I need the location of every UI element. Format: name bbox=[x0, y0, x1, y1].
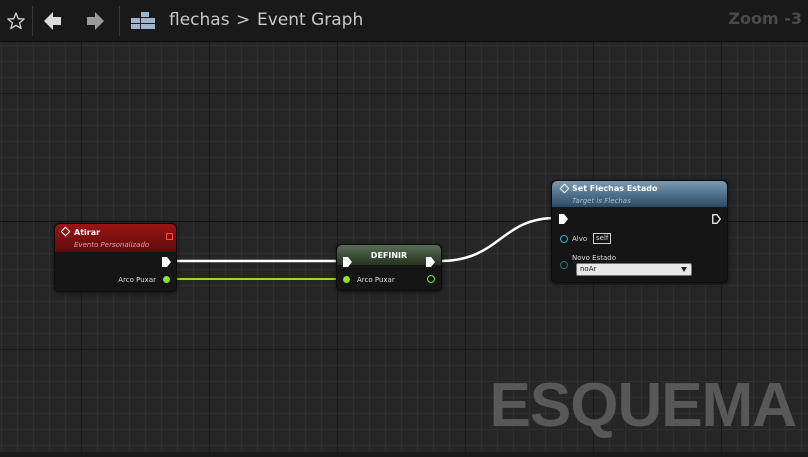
pin-label: Alvo bbox=[572, 235, 588, 243]
delegate-pin-icon[interactable] bbox=[166, 233, 173, 240]
zoom-level: Zoom -3 bbox=[728, 9, 802, 28]
target-default-value: self bbox=[593, 233, 612, 244]
blueprint-editor: Atirar Evento Personalizado Arco Puxar D… bbox=[0, 0, 808, 457]
node-title: Atirar bbox=[74, 228, 101, 237]
exec-wire-definir-set bbox=[439, 216, 557, 263]
bool-out-pin-icon[interactable] bbox=[427, 275, 435, 283]
node-subtitle: Evento Personalizado bbox=[74, 241, 150, 249]
node-subtitle: Target is Flechas bbox=[572, 197, 631, 205]
bool-out-pin-icon[interactable] bbox=[163, 276, 170, 283]
state-combobox[interactable]: noAr bbox=[576, 263, 692, 276]
node-definir[interactable]: DEFINIR Arco Puxar bbox=[336, 244, 442, 291]
exec-in-pin-icon[interactable] bbox=[559, 214, 568, 224]
node-title: Set Flechas Estado bbox=[572, 184, 658, 193]
toolbar-separator bbox=[32, 6, 33, 36]
star-icon[interactable] bbox=[3, 0, 29, 41]
forward-arrow-icon[interactable] bbox=[82, 0, 108, 41]
object-in-pin-icon[interactable] bbox=[560, 235, 568, 243]
pin-label: Arco Puxar bbox=[118, 276, 156, 284]
bottom-bar bbox=[0, 452, 808, 457]
enum-in-pin-icon[interactable] bbox=[560, 261, 568, 269]
breadcrumb-blueprint[interactable]: flechas bbox=[169, 9, 230, 31]
chevron-down-icon bbox=[681, 267, 687, 272]
blueprint-icon bbox=[130, 0, 156, 41]
node-set-flechas-estado[interactable]: Set Flechas Estado Target is Flechas Alv… bbox=[551, 180, 728, 283]
pin-label: Arco Puxar bbox=[357, 276, 395, 284]
toolbar-separator bbox=[119, 6, 120, 36]
back-arrow-icon[interactable] bbox=[40, 0, 66, 41]
breadcrumb-separator: > bbox=[236, 10, 251, 30]
toolbar: flechas > Event Graph Zoom -3 bbox=[0, 0, 808, 42]
exec-out-pin-icon[interactable] bbox=[162, 257, 171, 267]
combobox-value: noAr bbox=[580, 265, 597, 273]
node-atirar[interactable]: Atirar Evento Personalizado Arco Puxar bbox=[54, 223, 177, 292]
exec-in-pin-icon[interactable] bbox=[343, 257, 352, 267]
exec-out-pin-icon[interactable] bbox=[712, 214, 721, 224]
breadcrumb-graph[interactable]: Event Graph bbox=[257, 9, 363, 31]
exec-out-pin-icon[interactable] bbox=[426, 257, 435, 267]
bool-in-pin-icon[interactable] bbox=[343, 276, 350, 283]
blueprint-watermark: ESQUEMA bbox=[489, 371, 797, 440]
